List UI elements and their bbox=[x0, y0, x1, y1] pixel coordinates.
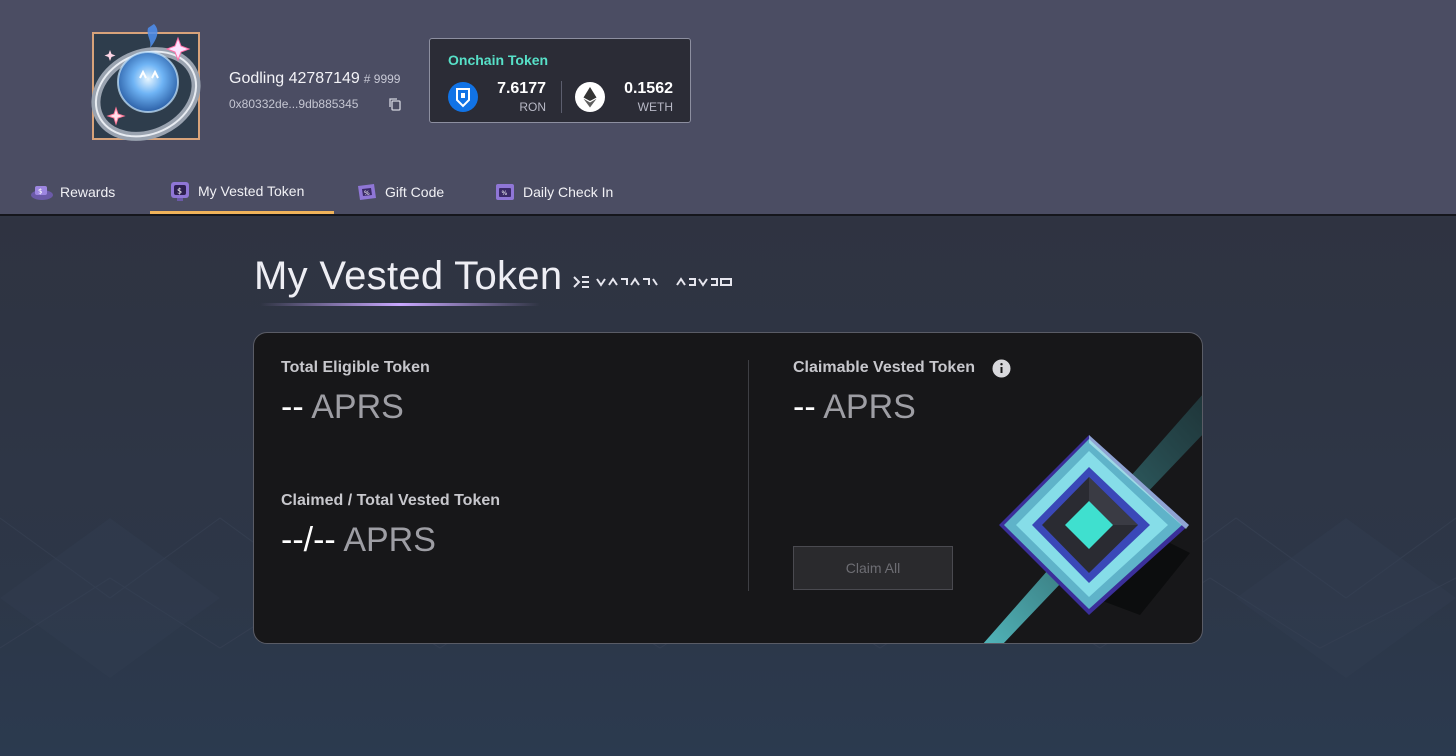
title-underline bbox=[260, 303, 540, 306]
claimed-total-amount: --/-- bbox=[281, 521, 336, 559]
claimed-total-unit: APRS bbox=[343, 521, 436, 559]
tab-rewards-label: Rewards bbox=[60, 184, 116, 200]
username: Godling 42787149 # 9999 bbox=[229, 70, 400, 88]
daily-check-in-icon: % bbox=[496, 184, 514, 200]
svg-text:$: $ bbox=[38, 188, 42, 196]
claimed-total-label: Claimed / Total Vested Token bbox=[281, 492, 501, 509]
ethereum-icon bbox=[575, 82, 605, 112]
tab-daily-check-in-label: Daily Check In bbox=[523, 184, 614, 200]
claimable-value: -- APRS bbox=[793, 388, 916, 427]
vested-token-card: Total Eligible Token -- APRS Claimed / T… bbox=[253, 332, 1203, 644]
rewards-icon: $ bbox=[31, 186, 53, 200]
copy-icon[interactable] bbox=[388, 97, 402, 111]
info-icon[interactable] bbox=[992, 359, 1011, 378]
svg-text:$: $ bbox=[177, 186, 182, 195]
gift-code-icon: % bbox=[358, 184, 376, 200]
tab-bar: $ Rewards $ My Vested Token % Gift Code bbox=[0, 170, 1456, 216]
weth-balance: 0.1562 bbox=[624, 80, 673, 97]
card-divider bbox=[748, 360, 749, 591]
token-divider bbox=[561, 81, 562, 113]
tab-daily-check-in[interactable]: % Daily Check In bbox=[493, 170, 613, 214]
profile-header: Godling 42787149 # 9999 0x80332de...9db88… bbox=[0, 0, 1456, 216]
onchain-token-panel: Onchain Token 7.6177 RON 0.1562 WETH bbox=[429, 38, 691, 123]
claimed-total-value: --/-- APRS bbox=[281, 521, 436, 560]
tab-my-vested-token-label: My Vested Token bbox=[198, 182, 305, 199]
total-eligible-unit: APRS bbox=[311, 388, 404, 426]
weth-unit: WETH bbox=[637, 100, 673, 114]
tab-my-vested-token[interactable]: $ My Vested Token bbox=[150, 170, 334, 214]
avatar[interactable] bbox=[88, 22, 208, 144]
total-eligible-amount: -- bbox=[281, 388, 304, 426]
claimable-unit: APRS bbox=[823, 388, 916, 426]
tab-gift-code[interactable]: % Gift Code bbox=[355, 170, 444, 214]
page-title: My Vested Token bbox=[254, 254, 563, 298]
svg-text:%: % bbox=[502, 190, 508, 197]
total-eligible-label: Total Eligible Token bbox=[281, 359, 430, 376]
wallet-address: 0x80332de...9db885345 bbox=[229, 97, 359, 111]
total-eligible-value: -- APRS bbox=[281, 388, 404, 427]
ron-unit: RON bbox=[519, 100, 546, 114]
onchain-token-title: Onchain Token bbox=[448, 52, 549, 68]
tab-gift-code-label: Gift Code bbox=[385, 184, 445, 200]
vested-token-icon: $ bbox=[171, 181, 189, 201]
username-text: Godling 42787149 bbox=[229, 70, 360, 87]
avatar-orb-icon bbox=[91, 24, 201, 141]
claimable-label: Claimable Vested Token bbox=[793, 359, 975, 376]
ronin-icon bbox=[448, 82, 478, 112]
ron-balance: 7.6177 bbox=[497, 80, 546, 97]
vested-crystal-icon bbox=[983, 395, 1202, 643]
svg-text:%: % bbox=[364, 190, 370, 197]
claim-all-button[interactable]: Claim All bbox=[793, 546, 953, 590]
user-tag: # 9999 bbox=[363, 72, 401, 86]
claimable-amount: -- bbox=[793, 388, 816, 426]
decorative-glyph-icon bbox=[573, 276, 732, 288]
tab-rewards[interactable]: $ Rewards bbox=[30, 170, 115, 214]
